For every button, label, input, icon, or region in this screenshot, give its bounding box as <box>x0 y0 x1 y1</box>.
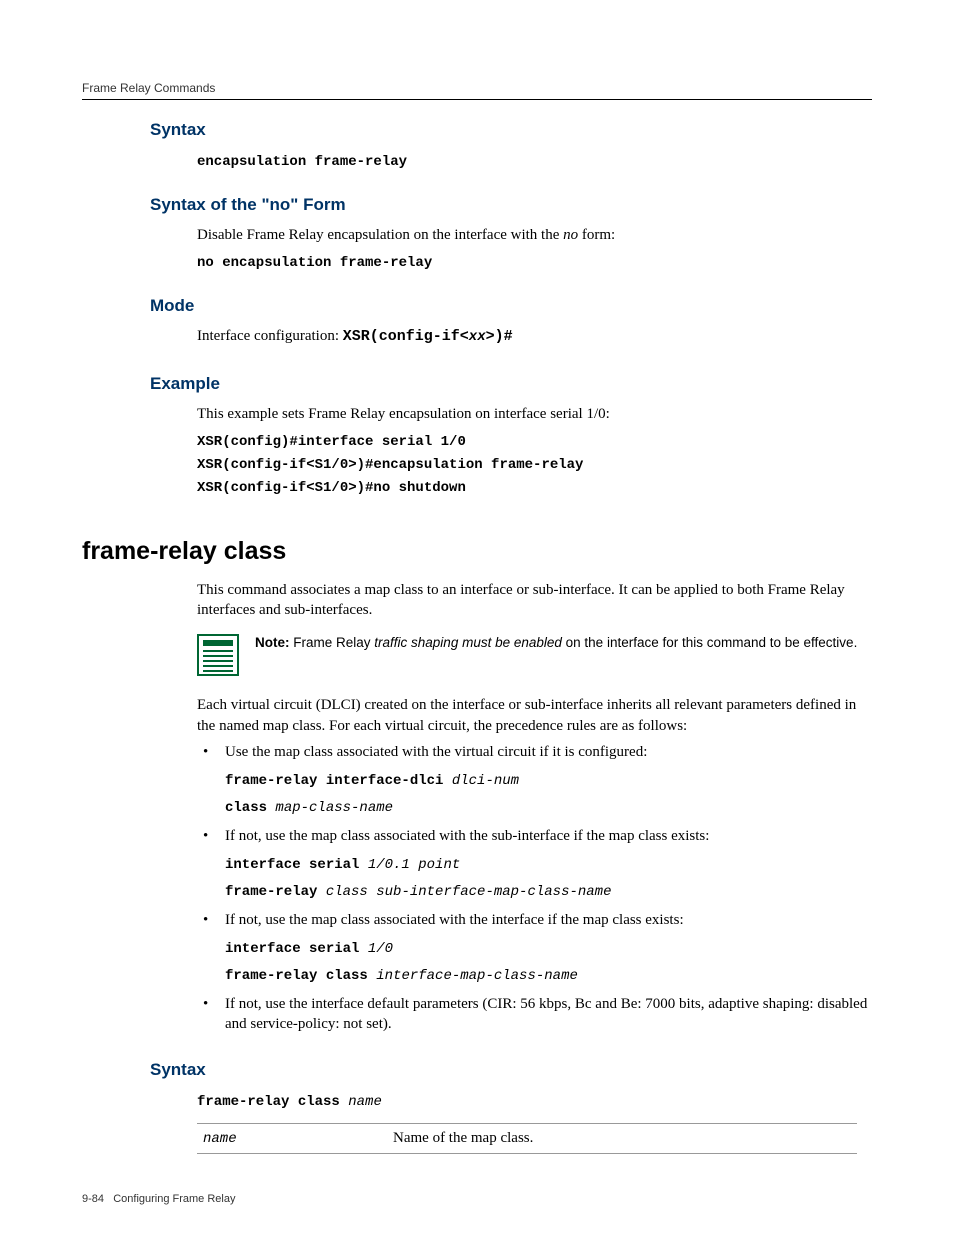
note-text: Note: Frame Relay traffic shaping must b… <box>255 634 857 653</box>
text: Use the map class associated with the vi… <box>225 744 647 760</box>
para-mode: Interface configuration: XSR(config-if<x… <box>197 326 872 347</box>
code-italic: name <box>348 1094 382 1110</box>
code-italic: interface-map-class-name <box>376 968 578 984</box>
code-text: encapsulation frame-relay <box>197 154 407 170</box>
para-precedence: Each virtual circuit (DLCI) created on t… <box>197 695 872 736</box>
code-italic: 1/0.1 point <box>368 857 460 873</box>
page-number: 9-84 <box>82 1193 104 1205</box>
header-text: Frame Relay Commands <box>82 81 215 95</box>
code-text: no encapsulation frame-relay <box>197 255 432 271</box>
text: on the interface for this command to be … <box>562 635 857 650</box>
code-text: frame-relay class <box>197 1094 348 1110</box>
note-icon <box>197 634 239 681</box>
code-text: class <box>225 800 275 816</box>
bullet-list: Use the map class associated with the vi… <box>197 742 872 1035</box>
code-text: frame-relay interface-dlci <box>225 773 452 789</box>
code-example: XSR(config)#interface serial 1/0 XSR(con… <box>197 430 872 499</box>
code-no-encap: no encapsulation frame-relay <box>197 251 872 274</box>
text-italic: no <box>563 227 578 243</box>
para-no-form: Disable Frame Relay encapsulation on the… <box>197 225 872 245</box>
code-text: XSR(config-if< <box>343 328 469 345</box>
code-encapsulation: encapsulation frame-relay <box>197 150 872 173</box>
list-item: If not, use the map class associated wit… <box>197 910 872 986</box>
list-item: Use the map class associated with the vi… <box>197 742 872 818</box>
heading-mode: Mode <box>150 296 872 316</box>
heading-syntax-2: Syntax <box>150 1060 872 1080</box>
text-italic: traffic shaping must be enabled <box>374 635 562 650</box>
code-line: XSR(config)#interface serial 1/0 <box>197 434 466 450</box>
code-text: interface serial <box>225 941 368 957</box>
code-frame-relay-class: frame-relay class name <box>197 1090 872 1113</box>
param-desc-cell: Name of the map class. <box>393 1130 857 1147</box>
footer-title: Configuring Frame Relay <box>113 1193 235 1205</box>
param-name-cell: name <box>197 1130 393 1147</box>
code-text: frame-relay class <box>225 968 376 984</box>
heading-example: Example <box>150 374 872 394</box>
code-line: XSR(config-if<S1/0>)#encapsulation frame… <box>197 457 583 473</box>
page-header: Frame Relay Commands <box>82 80 872 100</box>
code-italic: 1/0 <box>368 941 393 957</box>
note-label: Note: <box>255 635 290 650</box>
heading-syntax-1: Syntax <box>150 120 872 140</box>
param-name: name <box>203 1131 237 1147</box>
text: Interface configuration: <box>197 328 343 344</box>
param-table: name Name of the map class. <box>197 1123 857 1154</box>
page: Frame Relay Commands Syntax encapsulatio… <box>0 0 954 1235</box>
text: Disable Frame Relay encapsulation on the… <box>197 227 563 243</box>
text: Frame Relay <box>290 635 375 650</box>
code-italic: map-class-name <box>275 800 393 816</box>
para-example: This example sets Frame Relay encapsulat… <box>197 404 872 424</box>
note-box: Note: Frame Relay traffic shaping must b… <box>197 634 872 681</box>
code-italic: dlci-num <box>452 773 519 789</box>
code-text: interface serial <box>225 857 368 873</box>
para-intro: This command associates a map class to a… <box>197 580 872 621</box>
code-italic: class sub-interface-map-class-name <box>326 884 612 900</box>
text: If not, use the interface default parame… <box>225 996 867 1032</box>
list-item: If not, use the map class associated wit… <box>197 826 872 902</box>
list-item: If not, use the interface default parame… <box>197 994 872 1035</box>
text: If not, use the map class associated wit… <box>225 912 684 928</box>
code-text: frame-relay <box>225 884 326 900</box>
page-footer: 9-84 Configuring Frame Relay <box>82 1193 235 1205</box>
heading-syntax-no: Syntax of the "no" Form <box>150 195 872 215</box>
text: If not, use the map class associated wit… <box>225 828 709 844</box>
code-line: XSR(config-if<S1/0>)#no shutdown <box>197 480 466 496</box>
code-italic: xx <box>469 329 486 345</box>
table-row: name Name of the map class. <box>197 1124 857 1153</box>
heading-frame-relay-class: frame-relay class <box>82 537 872 566</box>
text: form: <box>578 227 615 243</box>
code-text: >)# <box>486 328 513 345</box>
